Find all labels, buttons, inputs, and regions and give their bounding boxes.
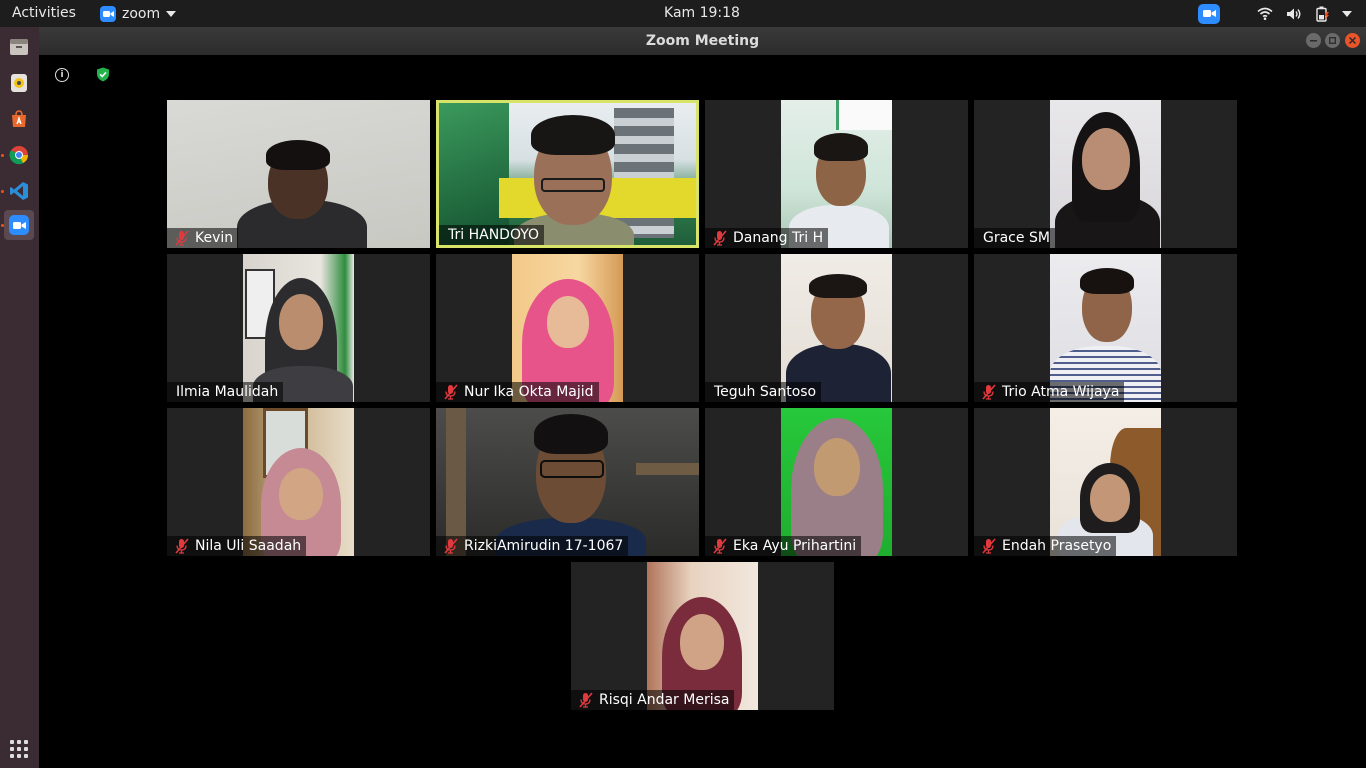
participant-name-tag: Kevin (167, 228, 239, 248)
window-titlebar[interactable]: Zoom Meeting (39, 27, 1366, 55)
participant-video (243, 254, 354, 402)
dock (0, 27, 39, 768)
software-icon[interactable] (4, 104, 34, 134)
participant-video (781, 100, 892, 248)
video-tile[interactable]: Teguh Santoso (705, 254, 968, 402)
participant-video (647, 562, 758, 710)
participant-name: Nila Uli Saadah (195, 538, 302, 554)
video-tile[interactable]: Endah Prasetyo (974, 408, 1237, 556)
video-tile[interactable]: RizkiAmirudin 17-1067 (436, 408, 699, 556)
meeting-area: i Kevin Tri HANDOYO Danang Tri H Grace S… (39, 55, 1366, 768)
participant-name-tag: Risqi Andar Merisa (571, 690, 735, 710)
participant-name-tag: Endah Prasetyo (974, 536, 1117, 556)
participant-name: Teguh Santoso (714, 384, 817, 400)
participant-name-tag: Nila Uli Saadah (167, 536, 307, 556)
rhythmbox-icon[interactable] (4, 68, 34, 98)
muted-microphone-icon (982, 538, 996, 554)
close-button[interactable] (1345, 33, 1360, 48)
participant-video (1050, 408, 1161, 556)
muted-microphone-icon (175, 538, 189, 554)
video-tile[interactable]: Danang Tri H (705, 100, 968, 248)
show-applications-button[interactable] (10, 740, 28, 758)
participant-video (439, 103, 696, 245)
video-tile[interactable]: Nur Ika Okta Majid (436, 254, 699, 402)
participant-name-tag: RizkiAmirudin 17-1067 (436, 536, 629, 556)
top-bar: Activities zoom Kam 19:18 (0, 0, 1366, 27)
volume-icon (1287, 8, 1301, 19)
info-icon[interactable]: i (55, 68, 69, 82)
system-tray[interactable] (1198, 3, 1352, 24)
window-title: Zoom Meeting (645, 33, 760, 49)
wifi-icon (1257, 7, 1273, 20)
video-tile[interactable]: Trio Atma Wijaya (974, 254, 1237, 402)
muted-microphone-icon (713, 230, 727, 246)
participant-name-tag: Ilmia Maulidah (167, 382, 284, 402)
participant-name-tag: Eka Ayu Prihartini (705, 536, 862, 556)
muted-microphone-icon (579, 692, 593, 708)
vscode-icon[interactable] (4, 176, 34, 206)
muted-microphone-icon (444, 538, 458, 554)
participant-name-tag: Teguh Santoso (705, 382, 822, 402)
participant-video (1050, 100, 1161, 248)
clock[interactable]: Kam 19:18 (0, 5, 1366, 21)
battery-icon (1316, 6, 1329, 22)
participant-name: Tri HANDOYO (448, 227, 540, 243)
participant-video (243, 408, 354, 556)
participant-name: Ilmia Maulidah (176, 384, 279, 400)
zoom-tray-icon[interactable] (1198, 3, 1220, 24)
maximize-button[interactable] (1325, 33, 1340, 48)
dropdown-icon[interactable] (1342, 10, 1352, 17)
participant-video (781, 254, 892, 402)
running-indicator (1, 190, 4, 193)
participant-name: Risqi Andar Merisa (599, 692, 730, 708)
running-indicator (1, 224, 4, 227)
participant-name: Trio Atma Wijaya (1002, 384, 1120, 400)
participant-name: Grace SM (983, 230, 1050, 246)
participant-name: Danang Tri H (733, 230, 824, 246)
muted-microphone-icon (982, 384, 996, 400)
minimize-button[interactable] (1306, 33, 1321, 48)
muted-microphone-icon (175, 230, 189, 246)
participant-video (1050, 254, 1161, 402)
participant-video (436, 408, 699, 556)
participant-name-tag: Trio Atma Wijaya (974, 382, 1125, 402)
participant-name: RizkiAmirudin 17-1067 (464, 538, 624, 554)
video-tile[interactable]: Ilmia Maulidah (167, 254, 430, 402)
video-tile[interactable]: Kevin (167, 100, 430, 248)
participant-name: Endah Prasetyo (1002, 538, 1112, 554)
participant-name-tag: Grace SM (974, 228, 1055, 248)
participant-name-tag: Tri HANDOYO (439, 225, 545, 245)
muted-microphone-icon (713, 538, 727, 554)
chrome-icon[interactable] (4, 140, 34, 170)
video-tile[interactable]: Risqi Andar Merisa (571, 562, 834, 710)
zoom-icon[interactable] (4, 210, 34, 240)
files-icon[interactable] (4, 32, 34, 62)
participant-name-tag: Nur Ika Okta Majid (436, 382, 599, 402)
encryption-shield-icon[interactable] (96, 67, 110, 82)
video-tile[interactable]: Nila Uli Saadah (167, 408, 430, 556)
participant-name-tag: Danang Tri H (705, 228, 829, 248)
participant-video (781, 408, 892, 556)
video-tile-active-speaker[interactable]: Tri HANDOYO (436, 100, 699, 248)
muted-microphone-icon (444, 384, 458, 400)
participant-name: Nur Ika Okta Majid (464, 384, 594, 400)
video-tile[interactable]: Eka Ayu Prihartini (705, 408, 968, 556)
running-indicator (1, 154, 4, 157)
video-tile[interactable]: Grace SM (974, 100, 1237, 248)
participant-name: Eka Ayu Prihartini (733, 538, 857, 554)
participant-name: Kevin (195, 230, 234, 246)
participant-video (512, 254, 623, 402)
participant-video (167, 100, 430, 248)
